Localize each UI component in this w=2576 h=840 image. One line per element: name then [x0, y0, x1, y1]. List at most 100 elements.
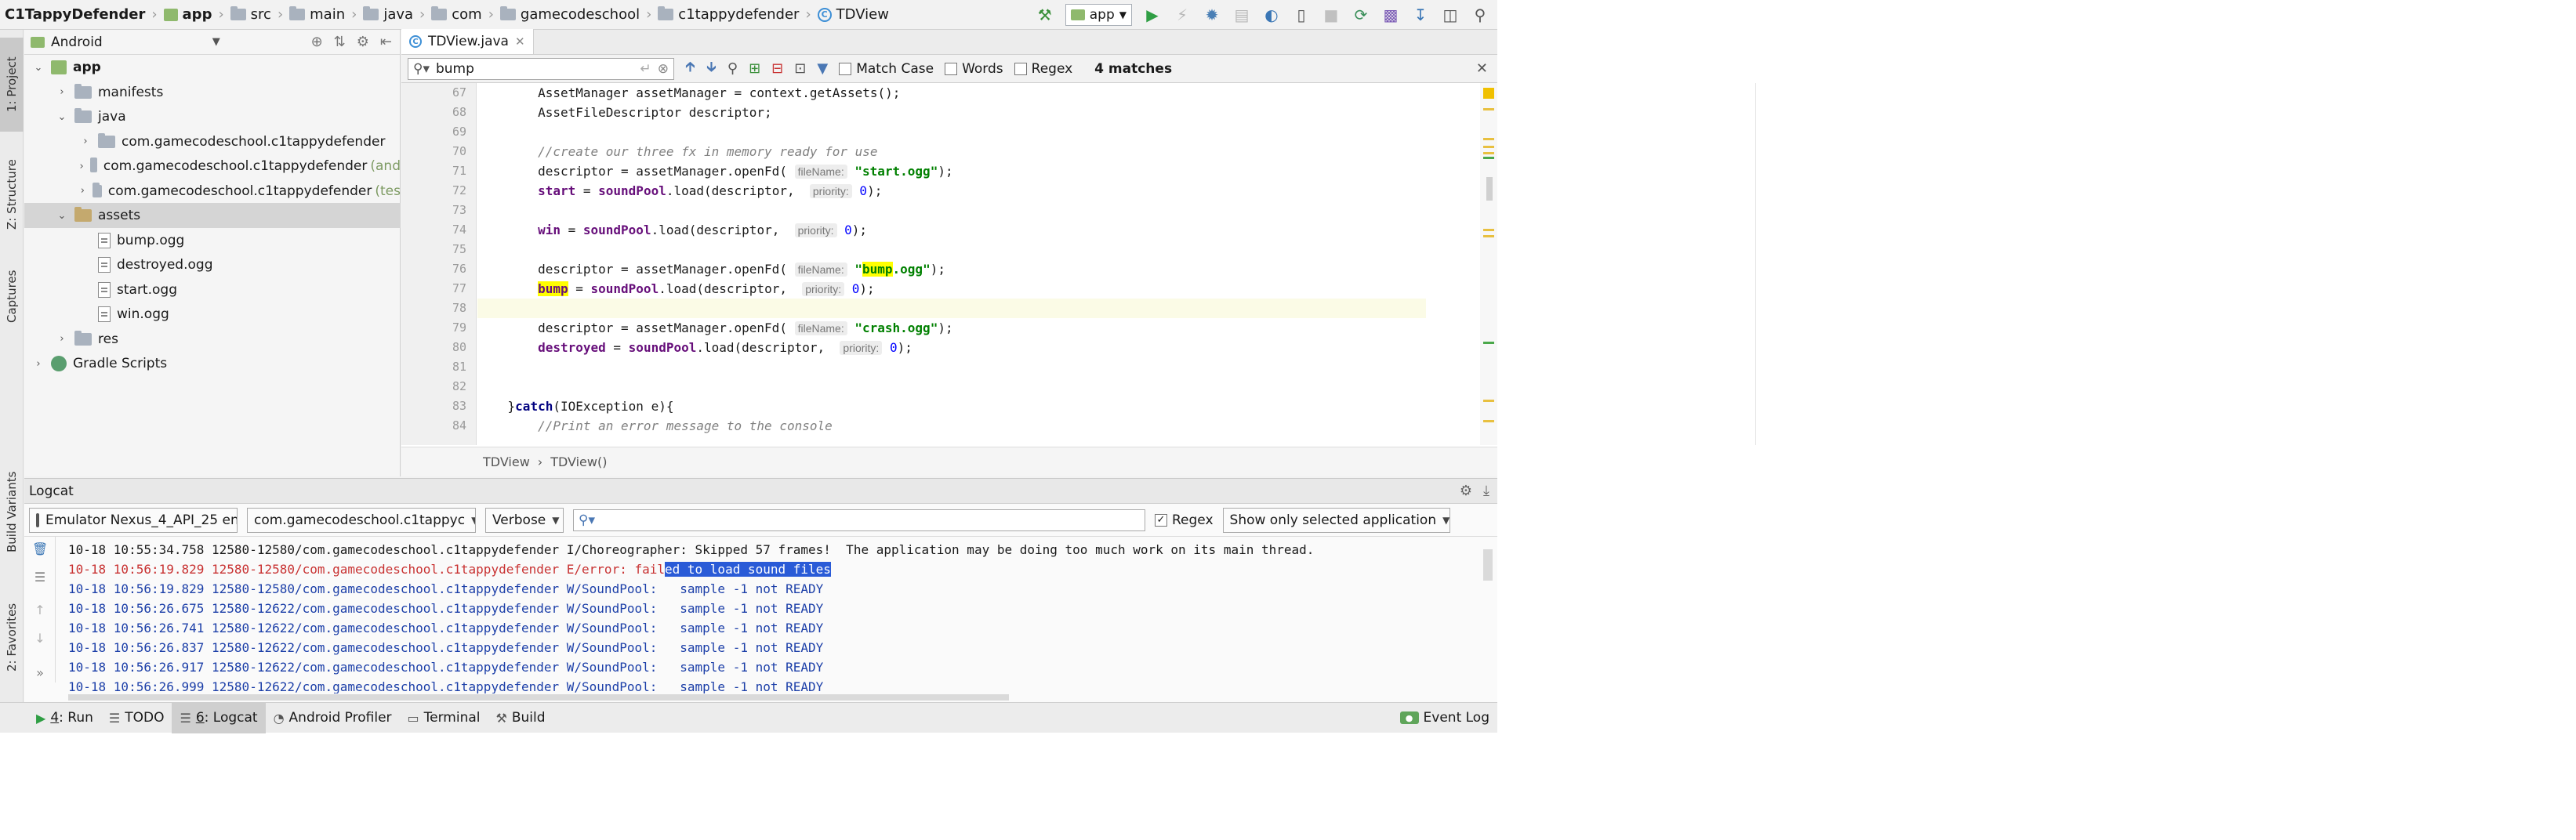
tree-item[interactable]: bump.ogg: [24, 228, 401, 253]
chevron-down-icon[interactable]: ⌄: [32, 62, 45, 74]
chevron-down-icon[interactable]: ⌄: [56, 111, 68, 123]
tree-item[interactable]: ⌄ assets: [24, 203, 401, 228]
avd-manager-icon[interactable]: ▩: [1381, 5, 1400, 24]
tree-item[interactable]: › manifests: [24, 80, 401, 105]
breadcrumb-gamecodeschool[interactable]: gamecodeschool ›: [495, 0, 653, 30]
run-icon[interactable]: ▶: [1143, 5, 1162, 24]
tree-item[interactable]: win.ogg: [24, 302, 401, 327]
search-icon[interactable]: ⚲▾: [413, 61, 430, 77]
breadcrumb-project[interactable]: C1TappyDefender ›: [0, 0, 159, 30]
change-marker[interactable]: [1483, 342, 1494, 344]
down-arrow-icon[interactable]: ↓: [32, 631, 48, 646]
tree-item[interactable]: › Gradle Scripts: [24, 351, 401, 376]
log-output[interactable]: 10-18 10:55:34.758 12580-12580/com.gamec…: [68, 540, 1497, 693]
log-horizontal-scrollbar[interactable]: [68, 694, 1009, 701]
tree-item[interactable]: › com.gamecodeschool.c1tappydefender (and: [24, 154, 401, 179]
add-occurrence-icon[interactable]: ⊞: [749, 60, 760, 77]
logcat-regex-checkbox[interactable]: ✓ Regex: [1155, 512, 1214, 528]
make-project-hammer-icon[interactable]: ⚒: [1036, 5, 1054, 24]
log-search-input[interactable]: ⚲▾: [573, 509, 1145, 531]
match-case-checkbox[interactable]: Match Case: [839, 61, 934, 77]
chevron-right-icon[interactable]: ›: [32, 358, 45, 370]
search-icon[interactable]: ⚲: [1471, 5, 1489, 24]
scroll-to-end-icon[interactable]: ☰: [32, 570, 48, 585]
code-area[interactable]: AssetManager assetManager = context.getA…: [477, 83, 1426, 445]
clear-logcat-icon[interactable]: 🗑: [32, 541, 48, 556]
words-checkbox[interactable]: Words: [945, 61, 1003, 77]
find-input[interactable]: ⚲▾ bump ↵ ⊗: [408, 57, 674, 80]
close-icon[interactable]: ✕: [515, 34, 525, 49]
breadcrumb-class[interactable]: TDView: [483, 454, 530, 469]
tool-tab-todo[interactable]: ☰ TODO: [101, 703, 172, 733]
breadcrumb-tdview[interactable]: C TDView: [813, 0, 889, 30]
hide-panel-icon[interactable]: ⇤: [380, 34, 392, 50]
checkbox-box[interactable]: [945, 62, 958, 75]
event-log-button[interactable]: ● Event Log: [1399, 710, 1489, 726]
warning-status-icon[interactable]: [1483, 88, 1494, 99]
collapse-all-icon[interactable]: ⇅: [334, 34, 346, 50]
structure-tool-tab[interactable]: Z: Structure: [0, 147, 24, 241]
change-marker[interactable]: [1483, 157, 1494, 159]
favorites-tool-tab[interactable]: 2: Favorites: [0, 594, 24, 680]
breadcrumb-method[interactable]: TDView(): [550, 454, 607, 469]
checkbox-box[interactable]: [1014, 62, 1027, 75]
app-filter-select[interactable]: Show only selected application ▼: [1222, 507, 1450, 533]
warning-marker[interactable]: [1483, 229, 1494, 231]
find-all-icon[interactable]: ⚲: [727, 60, 738, 77]
chevron-right-icon[interactable]: ›: [79, 185, 86, 197]
run-configuration-select[interactable]: app ▼: [1065, 4, 1132, 26]
gear-icon[interactable]: ⚙: [357, 34, 369, 50]
warning-marker[interactable]: [1483, 400, 1494, 402]
warning-marker[interactable]: [1483, 152, 1494, 154]
scrollbar-thumb[interactable]: [1486, 177, 1493, 201]
tree-item[interactable]: ⌄ java: [24, 104, 401, 129]
find-query[interactable]: bump: [436, 61, 634, 77]
project-view-select[interactable]: Android: [51, 34, 103, 50]
error-stripe[interactable]: [1480, 83, 1497, 445]
device-select[interactable]: Emulator Nexus_4_API_25 en ▼: [29, 507, 238, 533]
chevron-down-icon[interactable]: ⌄: [56, 210, 68, 222]
warning-marker[interactable]: [1483, 108, 1494, 110]
tool-tab-logcat[interactable]: ☰ 6: Logcat: [172, 702, 266, 733]
debug-icon[interactable]: ✹: [1203, 5, 1221, 24]
device-icon[interactable]: ▯: [1292, 5, 1311, 24]
log-vertical-scrollbar[interactable]: [1483, 549, 1493, 581]
chevron-down-icon[interactable]: ▼: [212, 36, 220, 48]
tool-tab-terminal[interactable]: ▭ Terminal: [400, 703, 488, 733]
tree-item[interactable]: ⌄ app: [24, 55, 401, 80]
checkbox-box[interactable]: [839, 62, 852, 75]
up-arrow-icon[interactable]: ↑: [32, 603, 48, 617]
profile-icon[interactable]: ▤: [1232, 5, 1251, 24]
tree-item[interactable]: › com.gamecodeschool.c1tappydefender: [24, 129, 401, 154]
tree-item[interactable]: start.ogg: [24, 277, 401, 302]
filter-icon[interactable]: ▼: [817, 60, 828, 77]
tool-tab-profiler[interactable]: ◔ Android Profiler: [266, 703, 400, 733]
project-tool-tab[interactable]: 1: Project: [0, 38, 24, 132]
close-icon[interactable]: ✕: [1476, 60, 1488, 77]
tool-tab-run[interactable]: ▶ 4: Run: [28, 703, 101, 733]
layout-inspector-icon[interactable]: ◫: [1441, 5, 1460, 24]
chevron-right-icon[interactable]: ›: [79, 136, 92, 147]
warning-marker[interactable]: [1483, 235, 1494, 237]
warning-marker[interactable]: [1483, 138, 1494, 140]
tree-item[interactable]: destroyed.ogg: [24, 252, 401, 277]
next-occurrence-icon[interactable]: 🡳: [706, 57, 717, 81]
previous-occurrence-icon[interactable]: 🡱: [685, 57, 695, 81]
editor-tab-tdview[interactable]: C TDView.java ✕: [401, 29, 534, 54]
chevron-right-icon[interactable]: ›: [56, 86, 68, 98]
tree-item[interactable]: › com.gamecodeschool.c1tappydefender (tes: [24, 179, 401, 204]
expand-icon[interactable]: »: [32, 665, 48, 680]
tree-item[interactable]: › res: [24, 327, 401, 352]
log-level-select[interactable]: Verbose ▼: [485, 507, 564, 533]
breadcrumb-c1tappydefender[interactable]: c1tappydefender ›: [653, 0, 812, 30]
checkbox-checked[interactable]: ✓: [1155, 513, 1167, 527]
target-icon[interactable]: ⊕: [311, 34, 323, 50]
apply-changes-icon[interactable]: ⚡: [1173, 5, 1192, 24]
newline-icon[interactable]: ↵: [640, 61, 651, 77]
remove-occurrence-icon[interactable]: ⊟: [771, 60, 783, 77]
regex-checkbox[interactable]: Regex: [1014, 61, 1072, 77]
chevron-right-icon[interactable]: ›: [56, 333, 68, 345]
process-select[interactable]: com.gamecodeschool.c1tappyc ▼: [247, 507, 476, 533]
breadcrumb-main[interactable]: main ›: [285, 0, 358, 30]
gear-icon[interactable]: ⚙: [1460, 483, 1472, 499]
